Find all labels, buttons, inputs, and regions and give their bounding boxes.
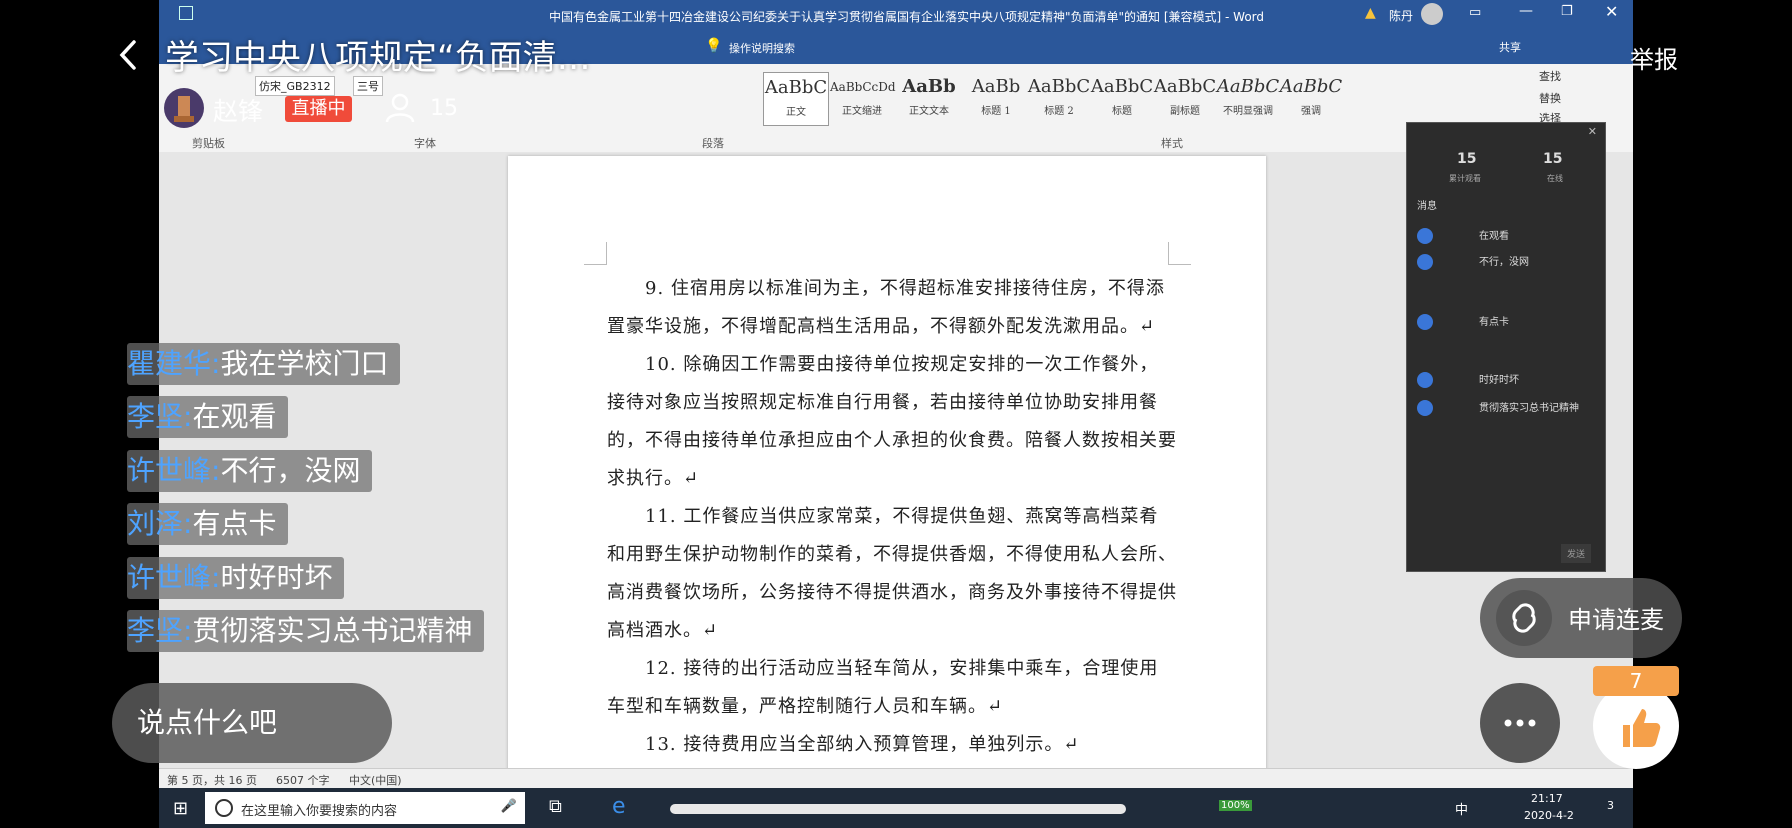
find-button[interactable]: 查找 (1539, 68, 1561, 84)
word-title-bar: 中国有色金属工业第十四冶金建设公司纪委关于认真学习贯彻省属国有企业落实中央八项规… (159, 0, 1633, 30)
replace-button[interactable]: 替换 (1539, 90, 1561, 106)
like-count: 7 (1593, 666, 1679, 696)
report-button[interactable]: 举报 (1630, 40, 1678, 75)
style-subtle-emphasis[interactable]: AaBbC 不明显强调 (1216, 72, 1280, 124)
lightbulb-icon: 💡 (705, 38, 723, 54)
save-icon (179, 6, 193, 20)
clock-date: 2020-4-2 (1524, 809, 1574, 822)
user-avatar (1421, 3, 1443, 25)
user-name: 陈丹 (1389, 9, 1414, 23)
paragraph-11: 11. 工作餐应当供应家常菜，不得提供鱼翅、燕窝等高档菜肴和用野生保护动物制作的… (607, 506, 1177, 641)
style-title[interactable]: AaBbC 标题 (1090, 72, 1154, 124)
messages-header: 消息 (1417, 201, 1437, 212)
search-circle-icon (215, 799, 233, 817)
host-name[interactable]: 赵锋 (213, 92, 263, 128)
windows-start-icon[interactable]: ⊞ (173, 798, 188, 819)
send-button[interactable]: 发送 (1560, 544, 1591, 563)
panel-message: 时好时坏 (1417, 371, 1519, 389)
total-viewers-label: 累计观看 (1449, 174, 1481, 183)
chat-message: 许世峰:不行，没网 (127, 450, 373, 492)
paragraph-9: 9. 住宿用房以标准间为主，不得超标准安排接待住房，不得添置豪华设施，不得增配高… (607, 278, 1165, 337)
back-chevron-icon[interactable] (112, 34, 146, 76)
group-font: 字体 (414, 137, 436, 150)
warning-icon: ▲ (1365, 5, 1376, 21)
group-clipboard: 剪贴板 (192, 137, 225, 150)
panel-message: 不行，没网 (1417, 253, 1529, 271)
online-count-label: 在线 (1547, 174, 1563, 183)
document-page[interactable]: 9. 住宿用房以标准间为主，不得超标准安排接待住房，不得添置豪华设施，不得增配高… (508, 156, 1266, 776)
live-title: 学习中央八项规定“负面清… (165, 38, 591, 78)
ribbon-display-icon[interactable]: ▭ (1469, 5, 1481, 20)
viewer-count: 15 (430, 96, 458, 121)
task-view-icon[interactable]: ⧉ (549, 796, 562, 817)
total-viewers: 15 (1457, 151, 1477, 167)
user-avatar-icon (1417, 314, 1433, 330)
taskbar-search[interactable]: 在这里输入你要搜索的内容 🎤 (205, 792, 525, 824)
paragraph-13: 13. 接待费用应当全部纳入预算管理，单独列示。↵ (645, 734, 1080, 755)
link-icon (1496, 590, 1552, 646)
panel-notice (1417, 277, 1597, 290)
minimize-icon[interactable]: — (1519, 3, 1533, 19)
margin-mark-right (1168, 242, 1191, 265)
more-options-button[interactable] (1480, 683, 1560, 763)
comment-input[interactable]: 说点什么吧 (112, 683, 392, 763)
word-status-bar: 第 5 页，共 16 页 6507 个字 中文(中国) (159, 768, 1633, 789)
user-avatar-icon (1417, 400, 1433, 416)
home-indicator[interactable] (670, 804, 1126, 814)
margin-mark-left (584, 242, 607, 265)
ime-indicator[interactable]: 中 (1455, 799, 1468, 818)
edge-icon[interactable]: e (612, 794, 626, 819)
user-avatar-icon (1417, 372, 1433, 388)
notification-badge[interactable]: 3 (1607, 799, 1614, 812)
font-size-select[interactable]: 三号 (353, 76, 383, 96)
style-body-text[interactable]: AaBb 正文文本 (897, 72, 961, 124)
live-badge: 直播中 (285, 96, 352, 122)
user-avatar-icon (1417, 228, 1433, 244)
style-subtitle[interactable]: AaBbC 副标题 (1153, 72, 1217, 124)
group-paragraph: 段落 (702, 137, 724, 150)
online-count: 15 (1543, 151, 1563, 167)
chat-message: 许世峰:时好时坏 (127, 557, 345, 599)
chat-message: 李坚:贯彻落实习总书记精神 (127, 610, 485, 652)
style-heading-1[interactable]: AaBb 标题 1 (964, 72, 1028, 124)
word-count: 6507 个字 (276, 774, 330, 787)
language-indicator: 中文(中国) (349, 774, 402, 787)
paragraph-12: 12. 接待的出行活动应当轻车简从，安排集中乘车，合理使用车型和车辆数量，严格控… (607, 658, 1159, 717)
panel-message: 贯彻落实习总书记精神 (1417, 399, 1579, 417)
panel-message: 在观看 (1417, 227, 1509, 245)
window-title: 中国有色金属工业第十四冶金建设公司纪委关于认真学习贯彻省属国有企业落实中央八项规… (549, 10, 1265, 24)
style-body-indent[interactable]: AaBbCcDd 正文缩进 (830, 72, 896, 124)
host-avatar[interactable] (164, 88, 204, 128)
user-avatar-icon (1417, 254, 1433, 270)
meeting-side-panel: ✕ 15 累计观看 15 在线 消息 在观看 不行，没网 有点卡 时好时坏 贯彻… (1406, 122, 1606, 572)
chat-message: 李坚:在观看 (127, 396, 289, 438)
panel-close-icon[interactable]: ✕ (1588, 125, 1597, 138)
group-styles: 样式 (1161, 137, 1183, 150)
style-normal[interactable]: AaBbC 正文 (763, 72, 829, 126)
chat-message: 刘泽:有点卡 (127, 503, 289, 545)
restore-icon[interactable]: ❐ (1561, 4, 1573, 19)
cohost-request-button[interactable]: 申请连麦 (1480, 578, 1682, 658)
microphone-icon[interactable]: 🎤 (501, 799, 517, 814)
style-emphasis[interactable]: AaBbC 强调 (1279, 72, 1343, 124)
battery-indicator: 100% (1219, 800, 1252, 811)
font-name-select[interactable]: 仿宋_GB2312 (255, 76, 335, 96)
viewer-person-icon (384, 92, 416, 124)
close-icon[interactable]: ✕ (1605, 2, 1618, 21)
tell-me-search[interactable]: 操作说明搜索 (729, 40, 795, 56)
panel-message: 有点卡 (1417, 313, 1509, 331)
page-indicator: 第 5 页，共 16 页 (167, 774, 257, 787)
chat-message: 瞿建华:我在学校门口 (127, 343, 401, 385)
share-button[interactable]: 共享 (1499, 39, 1521, 55)
paragraph-10: 10. 除确因工作需要由接待单位按规定安排的一次工作餐外，接待对象应当按照规定标… (607, 354, 1177, 489)
style-heading-2[interactable]: AaBbC 标题 2 (1027, 72, 1091, 124)
clock-time: 21:17 (1531, 792, 1563, 805)
